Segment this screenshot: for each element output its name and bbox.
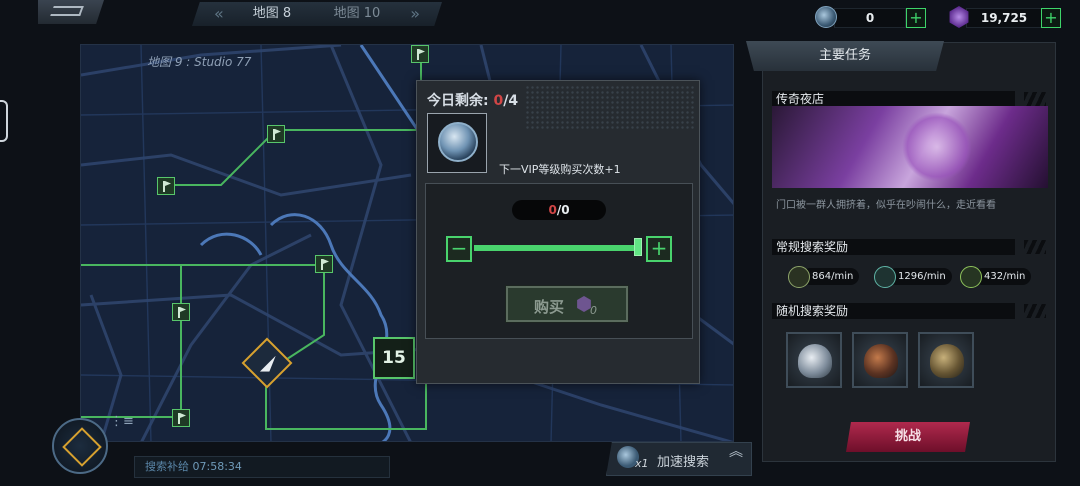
decorative-dot-pattern <box>525 85 695 131</box>
camo-helmet-icon[interactable] <box>918 332 974 388</box>
increase-button[interactable]: + <box>646 236 672 262</box>
random-rewards-title: 随机搜索奖励 <box>772 303 1048 319</box>
map-node-flag[interactable] <box>411 45 429 63</box>
quantity-display: 0/0 <box>512 200 606 220</box>
buy-button[interactable]: 购买 0 <box>505 285 629 323</box>
next-map-label: 地图 10 <box>333 6 381 21</box>
map-title: 地图 9 : Studio 77 <box>147 55 252 69</box>
remaining-current: 0 <box>493 93 504 109</box>
speed-search-label: 加速搜索 <box>657 455 710 470</box>
buy-label: 购买 <box>534 298 565 316</box>
slider-handle[interactable] <box>634 238 642 256</box>
zone-level-badge[interactable]: 15 <box>373 337 415 379</box>
reward-rate: 1296/min <box>888 268 952 285</box>
vip-note: 下一VIP等级购买次数+1 <box>499 163 621 176</box>
menu-list-icon[interactable]: ⋮≡ <box>110 414 134 429</box>
currency-gem-amount: 19,725 <box>966 8 1042 28</box>
prev-map-tab[interactable]: « 地图 8 <box>192 2 322 26</box>
map-node-flag[interactable] <box>267 125 285 143</box>
search-coin-item <box>427 113 487 173</box>
remaining-label: 今日剩余: <box>427 93 494 109</box>
reward-rate: 864/min <box>802 268 860 285</box>
map-node-flag[interactable] <box>172 303 190 321</box>
target-icon <box>874 266 896 288</box>
speed-search-count: x1 <box>635 457 649 470</box>
coin-icon <box>788 266 810 288</box>
radar-button[interactable] <box>52 418 108 474</box>
speed-search-button[interactable]: x1 加速搜索 ︽ <box>606 442 752 476</box>
map-node-flag[interactable] <box>315 255 333 273</box>
search-supply-bar: 搜索补给 07:58:34 <box>134 456 390 478</box>
orange-helmet-icon[interactable] <box>852 332 908 388</box>
exp-icon <box>960 266 982 288</box>
quantity-panel: 0/0 − + 购买 0 <box>425 183 693 339</box>
device-notch <box>0 100 8 142</box>
buy-cost: 0 <box>590 304 597 317</box>
story-title: 传奇夜店 <box>772 91 1048 107</box>
search-coin-icon <box>438 122 478 162</box>
purchase-popup: 今日剩余: 0/4 下一VIP等级购买次数+1 0/0 − + 购买 0 <box>416 80 700 384</box>
story-description: 门口被一群人拥挤着，似乎在吵闹什么，走近看看 <box>776 200 996 211</box>
double-chevron-right-icon: » <box>410 4 420 23</box>
challenge-button[interactable]: 挑战 <box>846 422 970 452</box>
next-map-tab[interactable]: 地图 10 » <box>312 2 442 26</box>
regular-rewards-title: 常规搜索奖励 <box>772 239 1048 255</box>
search-supply-timer: 07:58:34 <box>192 460 242 473</box>
remaining-total: /4 <box>503 93 519 109</box>
add-coin-button[interactable]: + <box>906 8 926 28</box>
quantity-current: 0 <box>548 203 557 217</box>
double-chevron-up-icon: ︽ <box>729 444 743 460</box>
search-coin-icon <box>815 6 837 28</box>
remaining-today: 今日剩余: 0/4 <box>427 90 518 110</box>
back-arrow-icon <box>50 6 84 16</box>
add-gem-button[interactable]: + <box>1041 8 1061 28</box>
reward-rate: 432/min <box>974 268 1032 285</box>
quantity-total: /0 <box>556 203 570 217</box>
search-supply-label: 搜索补给 <box>145 460 189 473</box>
quantity-slider[interactable] <box>474 245 642 251</box>
decrease-button[interactable]: − <box>446 236 472 262</box>
map-node-flag[interactable] <box>157 177 175 195</box>
white-helmet-icon[interactable] <box>786 332 842 388</box>
game-screen: « 地图 8 地图 10 » 0 + 19,725 + 地图 9: Studi… <box>0 0 1080 486</box>
currency-coin-amount: 0 <box>834 8 906 28</box>
map-node-flag[interactable] <box>172 409 190 427</box>
main-task-header: 主要任务 <box>746 41 944 71</box>
prev-map-label: 地图 8 <box>252 6 292 21</box>
back-button[interactable] <box>38 0 104 24</box>
story-image <box>772 106 1048 188</box>
